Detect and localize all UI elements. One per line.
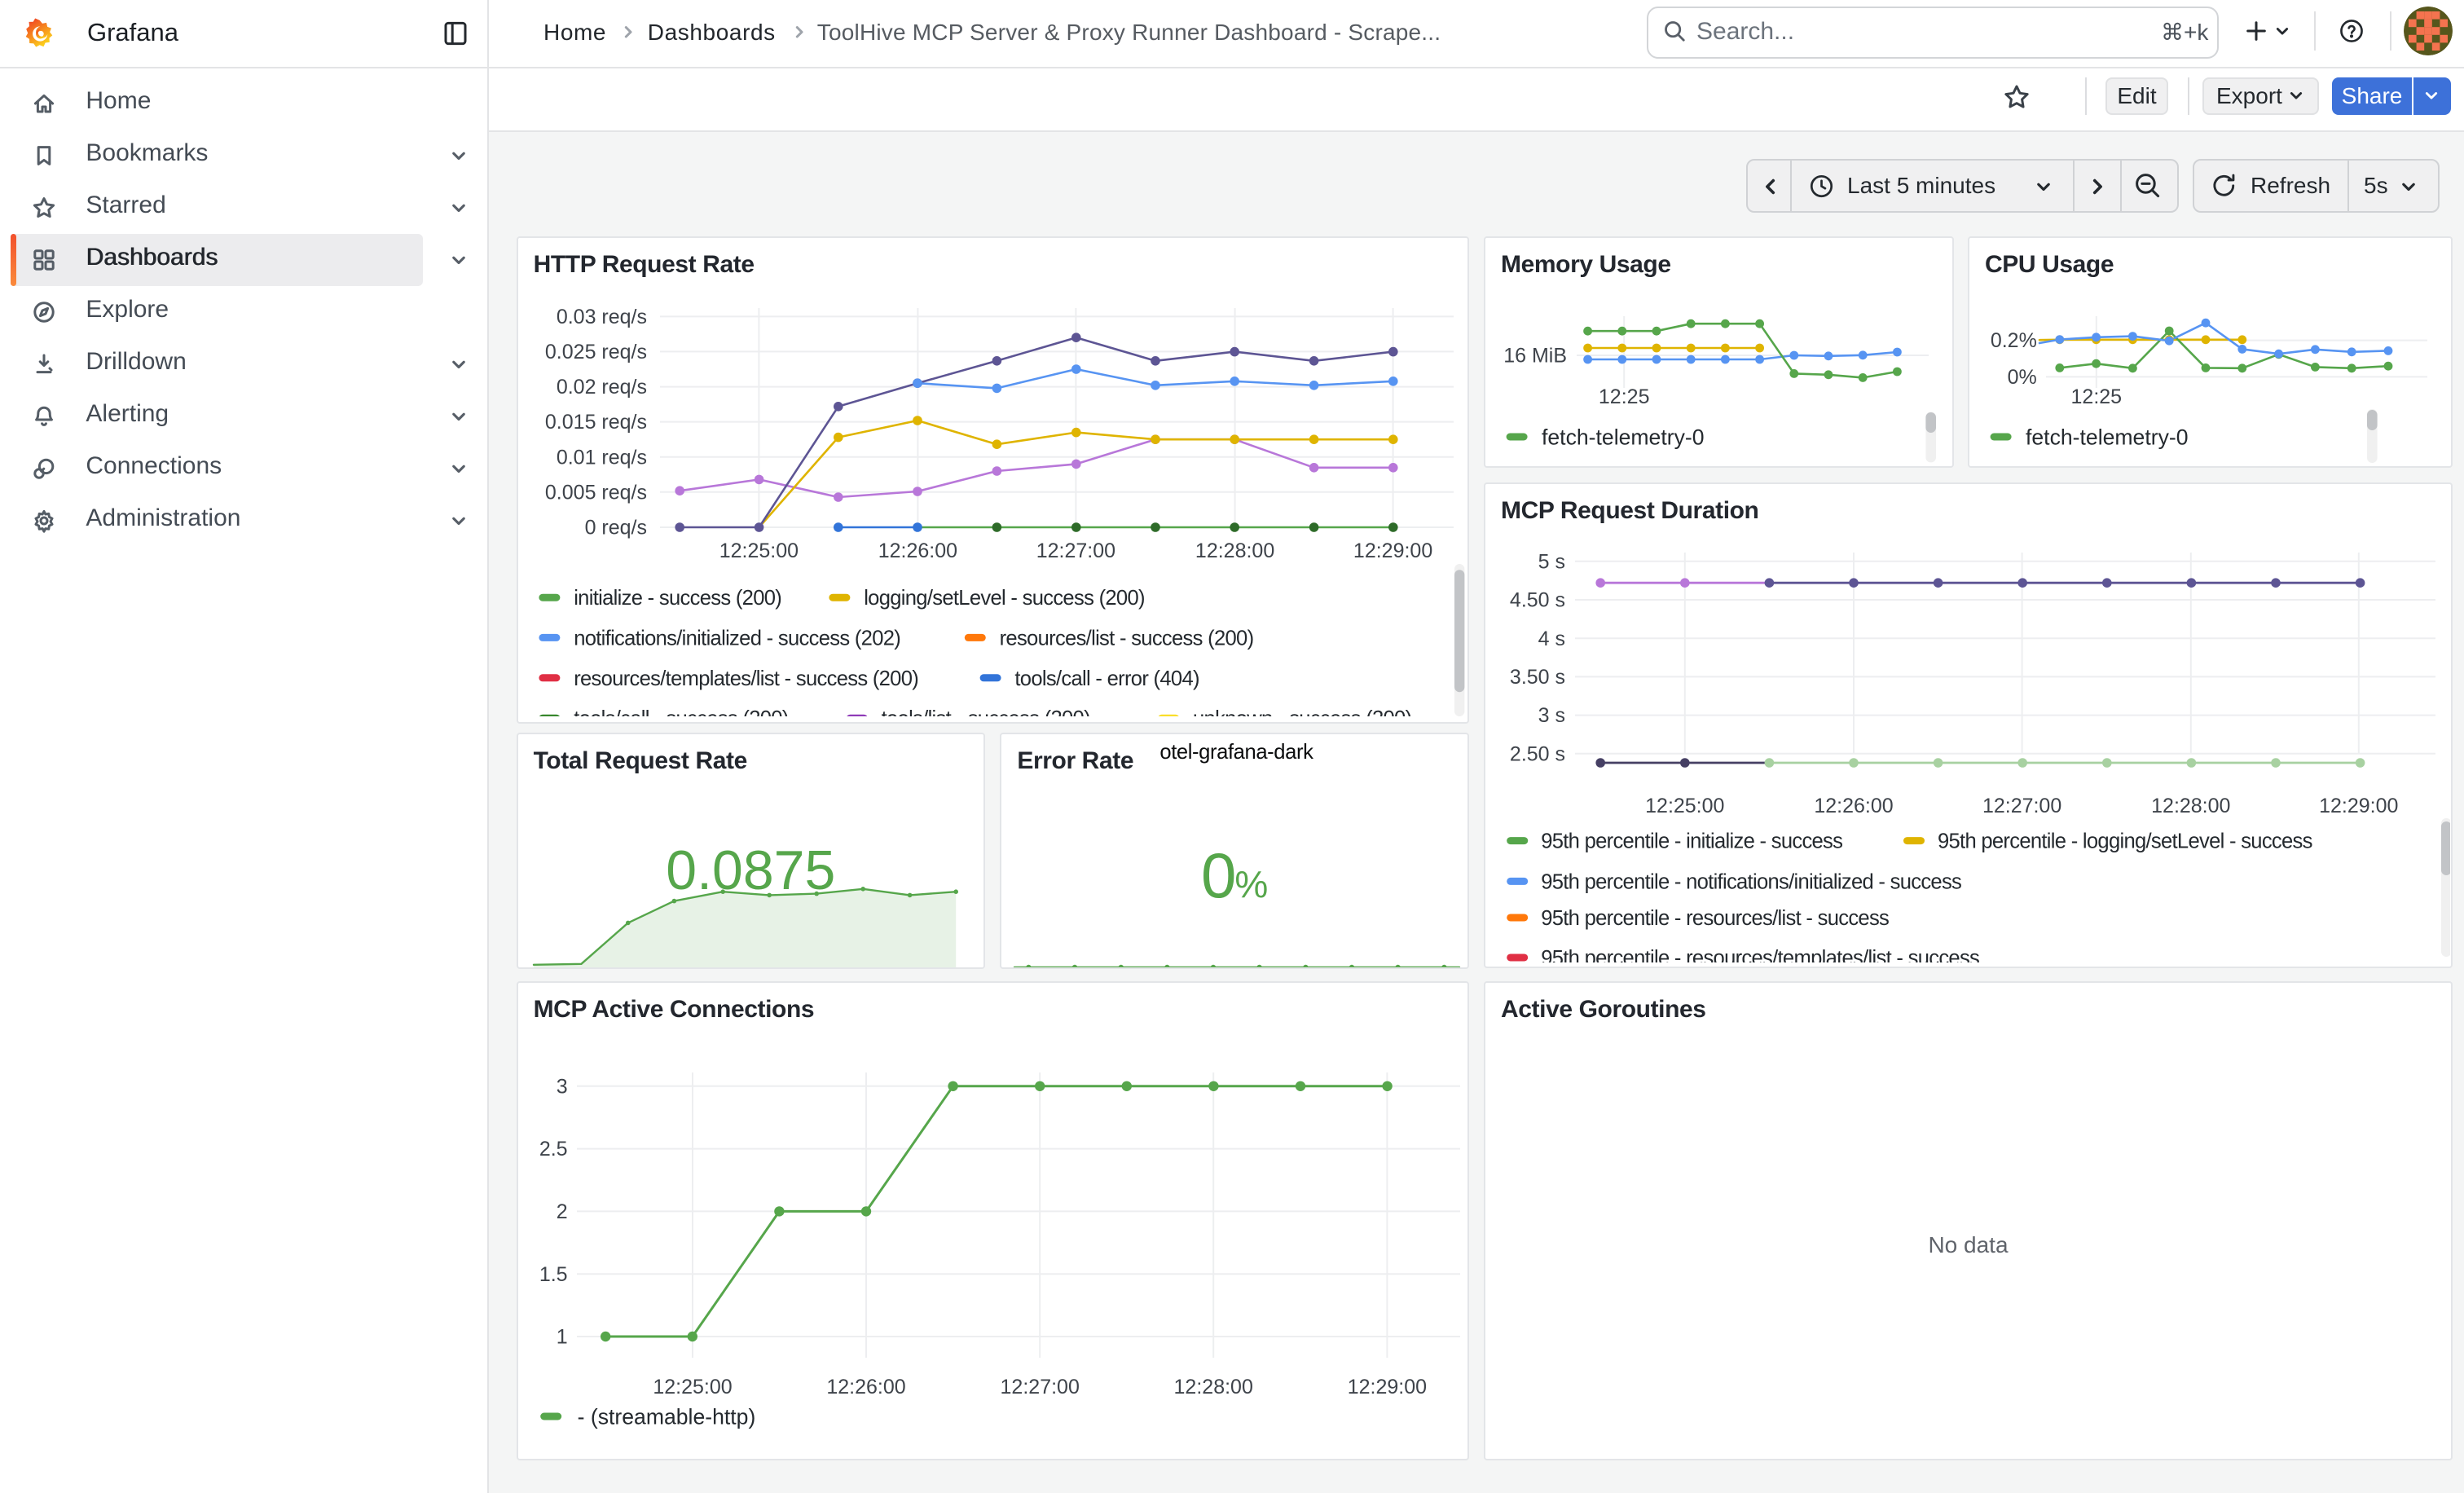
svg-text:fetch-telemetry-0: fetch-telemetry-0 <box>1542 425 1705 449</box>
svg-text:95th percentile - resources/te: 95th percentile - resources/templates/li… <box>1541 947 1979 962</box>
svg-text:12:26:00: 12:26:00 <box>878 540 957 562</box>
svg-text:2.5: 2.5 <box>539 1138 567 1160</box>
svg-text:95th percentile - logging/setL: 95th percentile - logging/setLevel - suc… <box>1938 830 2312 853</box>
svg-text:- (streamable-http): - (streamable-http) <box>577 1404 755 1429</box>
svg-text:12:27:00: 12:27:00 <box>1982 795 2061 817</box>
svg-text:0.03 req/s: 0.03 req/s <box>556 306 646 328</box>
svg-text:0 req/s: 0 req/s <box>584 517 646 540</box>
svg-text:unknown - success (200): unknown - success (200) <box>1193 707 1411 716</box>
svg-text:1.5: 1.5 <box>539 1263 567 1286</box>
svg-text:tools/list - success (200): tools/list - success (200) <box>881 707 1089 716</box>
svg-text:0.02 req/s: 0.02 req/s <box>556 376 646 399</box>
svg-text:95th percentile - initialize -: 95th percentile - initialize - success <box>1541 830 1842 853</box>
svg-text:0.01 req/s: 0.01 req/s <box>556 446 646 469</box>
svg-text:initialize - success (200): initialize - success (200) <box>574 587 781 610</box>
svg-text:fetch-telemetry-0: fetch-telemetry-0 <box>2026 425 2189 449</box>
svg-text:resources/templates/list - suc: resources/templates/list - success (200) <box>574 667 918 690</box>
svg-text:12:26:00: 12:26:00 <box>1814 795 1893 817</box>
svg-text:12:28:00: 12:28:00 <box>1173 1376 1252 1398</box>
svg-text:12:29:00: 12:29:00 <box>1353 540 1432 562</box>
svg-text:5 s: 5 s <box>1538 550 1565 573</box>
svg-text:95th percentile - notification: 95th percentile - notifications/initiali… <box>1541 870 1961 893</box>
svg-text:resources/list - success (200): resources/list - success (200) <box>999 627 1253 650</box>
svg-text:12:25:00: 12:25:00 <box>653 1376 732 1398</box>
svg-text:tools/call - error (404): tools/call - error (404) <box>1014 667 1199 690</box>
svg-text:12:25: 12:25 <box>2071 385 2123 408</box>
svg-text:95th percentile - resources/li: 95th percentile - resources/list - succe… <box>1541 907 1889 930</box>
svg-text:4 s: 4 s <box>1538 628 1565 650</box>
svg-text:2: 2 <box>556 1200 567 1223</box>
svg-text:12:28:00: 12:28:00 <box>2151 795 2230 817</box>
svg-text:notifications/initialized - su: notifications/initialized - success (202… <box>574 627 900 650</box>
svg-text:12:25:00: 12:25:00 <box>719 540 798 562</box>
svg-text:12:27:00: 12:27:00 <box>1000 1376 1079 1398</box>
svg-text:12:26:00: 12:26:00 <box>826 1376 905 1398</box>
svg-text:12:25:00: 12:25:00 <box>1645 795 1724 817</box>
svg-text:12:28:00: 12:28:00 <box>1195 540 1274 562</box>
svg-text:0%: 0% <box>2008 366 2037 389</box>
svg-text:12:29:00: 12:29:00 <box>2319 795 2398 817</box>
svg-text:4.50 s: 4.50 s <box>1510 589 1565 612</box>
svg-text:0.025 req/s: 0.025 req/s <box>545 341 647 363</box>
svg-text:12:25: 12:25 <box>1599 385 1650 408</box>
svg-text:3.50 s: 3.50 s <box>1510 666 1565 689</box>
svg-text:2.50 s: 2.50 s <box>1510 742 1565 765</box>
svg-text:1: 1 <box>556 1326 567 1349</box>
svg-text:3 s: 3 s <box>1538 704 1565 727</box>
svg-text:12:29:00: 12:29:00 <box>1347 1376 1426 1398</box>
svg-text:tools/call - success (200): tools/call - success (200) <box>574 707 788 716</box>
svg-text:0.2%: 0.2% <box>1991 329 2037 352</box>
svg-text:16 MiB: 16 MiB <box>1503 345 1567 368</box>
svg-text:0.015 req/s: 0.015 req/s <box>545 411 647 434</box>
svg-text:12:27:00: 12:27:00 <box>1036 540 1115 562</box>
svg-text:0.005 req/s: 0.005 req/s <box>545 481 647 504</box>
svg-text:3: 3 <box>556 1075 567 1098</box>
svg-text:logging/setLevel - success (20: logging/setLevel - success (200) <box>864 587 1145 610</box>
